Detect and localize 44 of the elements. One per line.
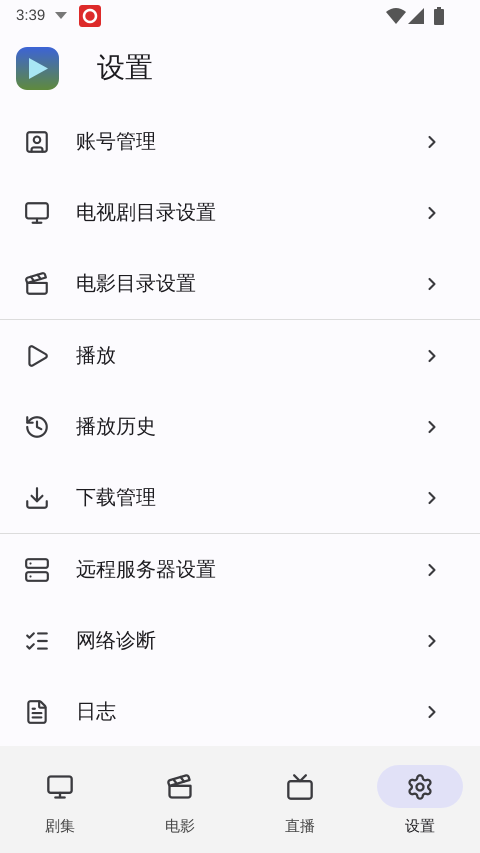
monitor-icon — [24, 200, 50, 226]
tv-icon — [286, 772, 314, 800]
page-title: 设置 — [97, 51, 153, 85]
wifi-icon — [386, 8, 406, 24]
settings-row[interactable]: 日志 — [0, 676, 480, 746]
battery-icon — [434, 7, 444, 25]
settings-row-label: 网络诊断 — [76, 628, 157, 654]
settings-row-label: 电影目录设置 — [76, 272, 197, 296]
app-notification-icon — [79, 5, 102, 27]
nav-tab-label: 电影 — [165, 817, 195, 837]
settings-row[interactable]: 播放历史 — [0, 391, 480, 462]
nav-tab[interactable]: 设置 — [360, 765, 480, 853]
settings-row[interactable]: 播放 — [0, 320, 480, 391]
settings-row[interactable]: 账号管理 — [0, 106, 480, 177]
app-logo-icon — [16, 46, 59, 90]
settings-icon — [406, 772, 434, 800]
user-card-icon — [24, 128, 50, 154]
download-icon — [24, 484, 50, 510]
settings-row-label: 日志 — [76, 700, 117, 724]
settings-row[interactable]: 网络诊断 — [0, 605, 480, 676]
settings-row[interactable]: 电影目录设置 — [0, 248, 480, 319]
monitor-icon — [46, 772, 74, 800]
history-icon — [24, 414, 50, 440]
nav-tab-label: 直播 — [285, 817, 315, 837]
nav-tab[interactable]: 直播 — [240, 765, 360, 853]
nav-tab-label: 设置 — [405, 817, 435, 837]
dropdown-icon — [55, 12, 68, 20]
settings-row[interactable]: 下载管理 — [0, 462, 480, 533]
settings-row-label: 播放历史 — [76, 414, 157, 440]
settings-row-label: 播放 — [76, 344, 117, 368]
clapperboard-icon — [166, 772, 194, 800]
signal-icon — [408, 8, 424, 24]
server-icon — [24, 556, 50, 582]
status-time: 3:39 — [16, 6, 46, 26]
nav-tab[interactable]: 剧集 — [0, 765, 120, 853]
settings-row[interactable]: 电视剧目录设置 — [0, 177, 480, 248]
settings-row-label: 电视剧目录设置 — [76, 200, 217, 226]
settings-row-label: 账号管理 — [76, 130, 157, 154]
clapperboard-icon — [24, 270, 50, 296]
settings-row[interactable]: 远程服务器设置 — [0, 534, 480, 605]
nav-tab-label: 剧集 — [45, 817, 75, 837]
settings-row-label: 远程服务器设置 — [76, 558, 217, 582]
nav-tab[interactable]: 电影 — [120, 765, 240, 853]
settings-row-label: 下载管理 — [76, 486, 157, 510]
